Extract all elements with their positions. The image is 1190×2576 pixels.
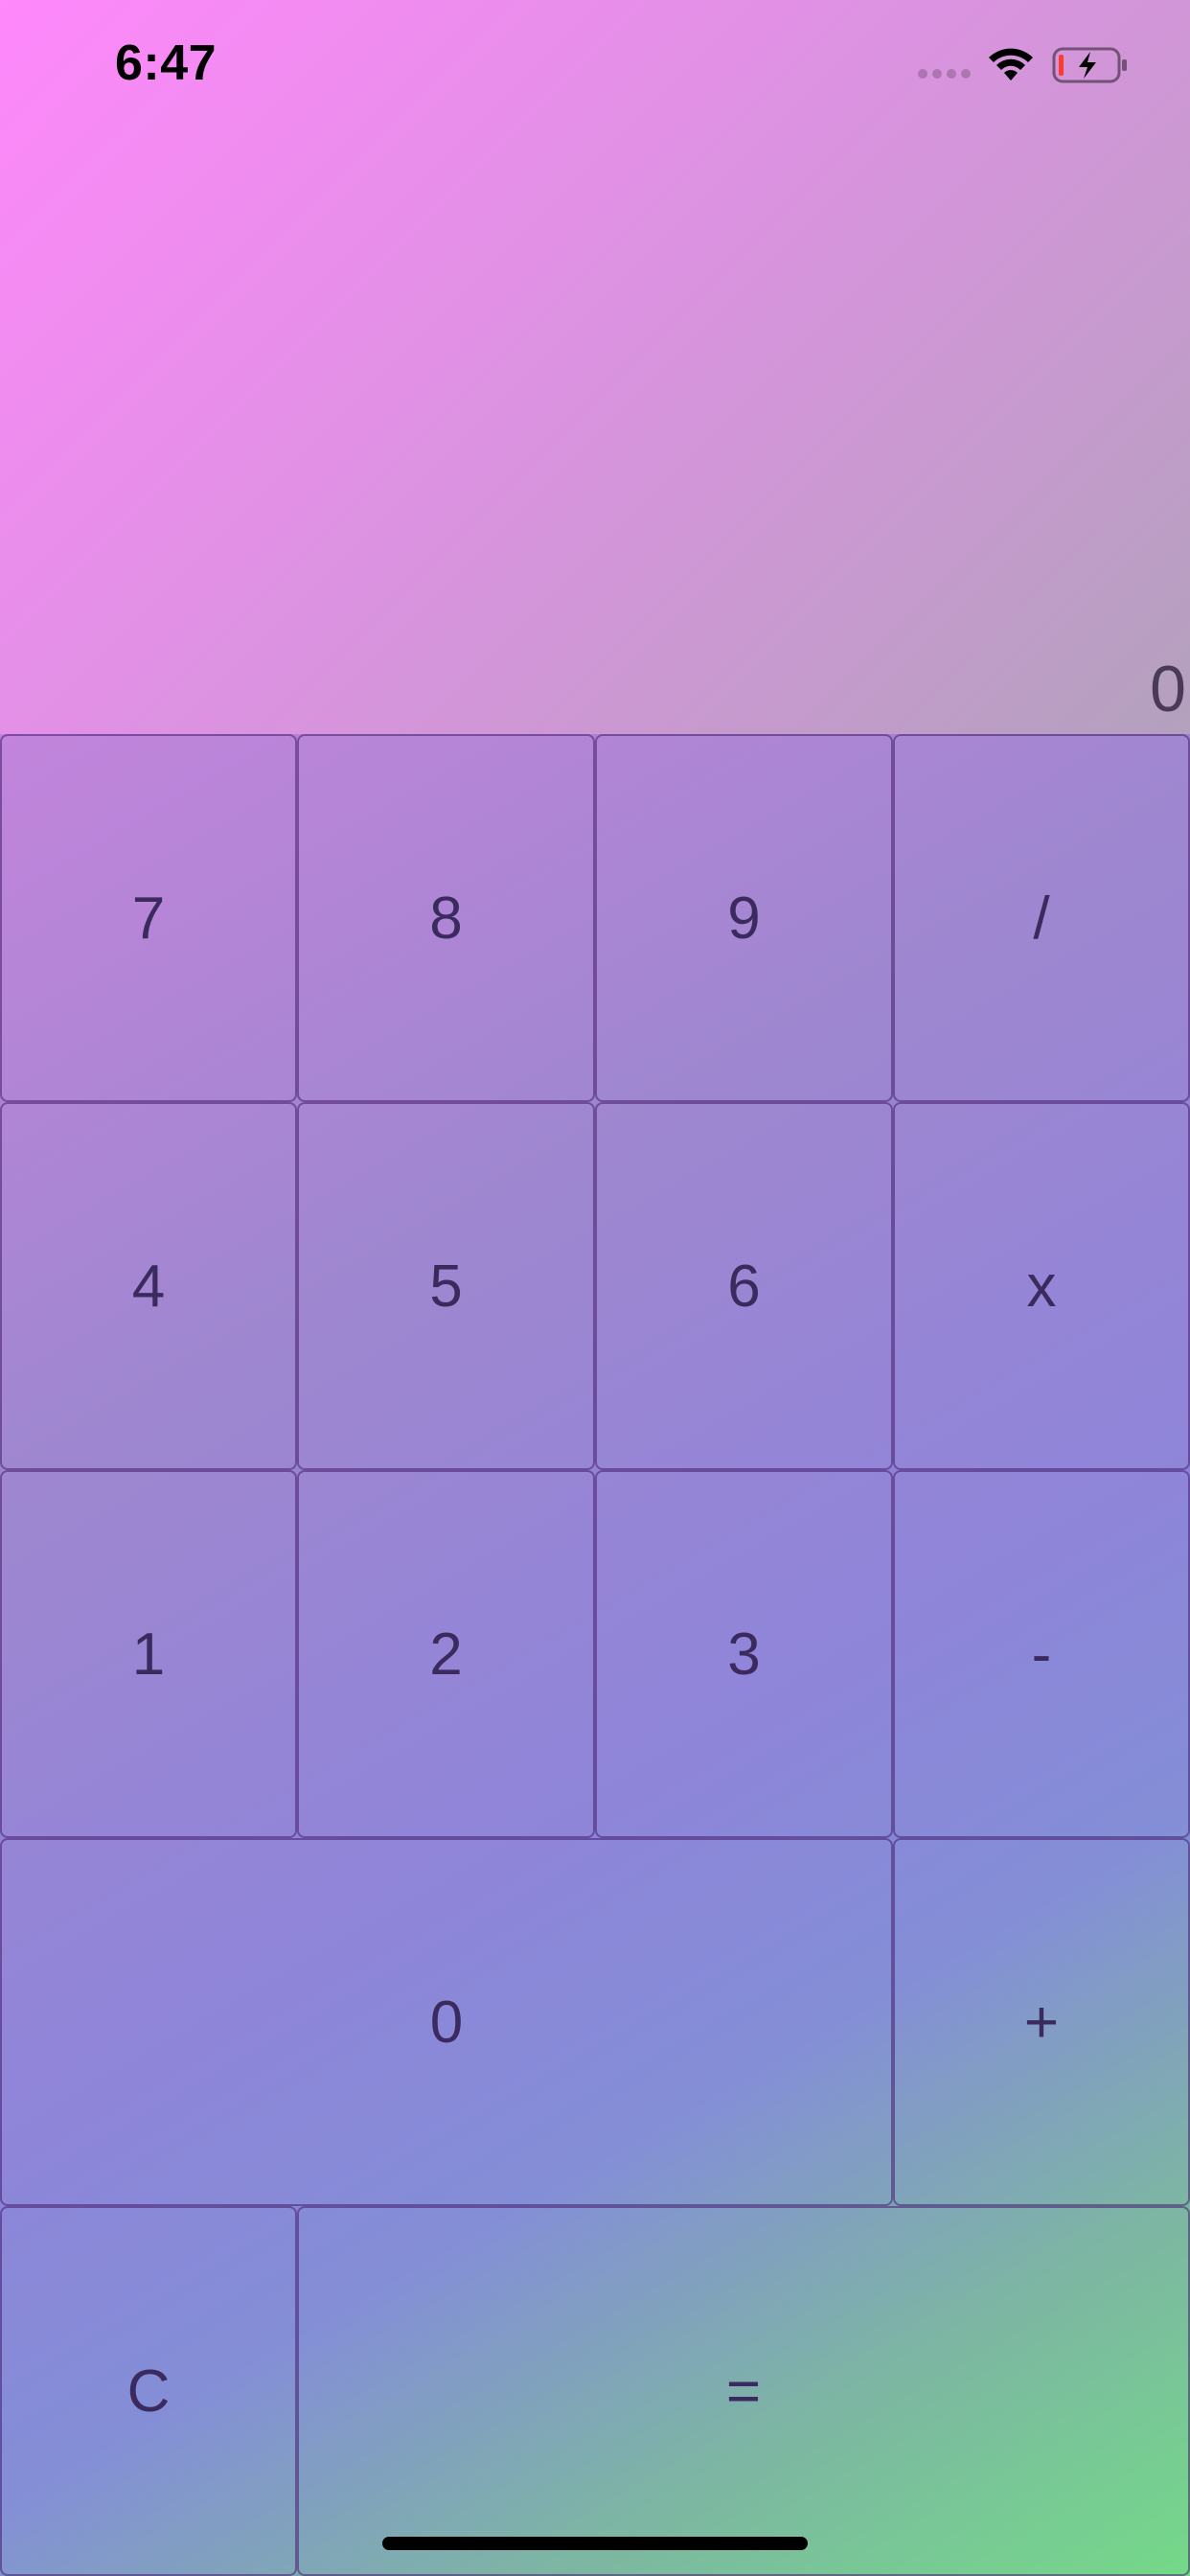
- key-1-label: 1: [131, 1621, 166, 1688]
- key-7[interactable]: 7: [0, 734, 297, 1102]
- key-4[interactable]: 4: [0, 1102, 297, 1470]
- key-0-label: 0: [429, 1989, 464, 2056]
- battery-charging-icon: [1052, 47, 1127, 83]
- key-clear-label: C: [126, 2358, 171, 2425]
- key-divide[interactable]: /: [893, 734, 1190, 1102]
- key-3-label: 3: [727, 1621, 761, 1688]
- key-multiply-label: x: [1026, 1253, 1057, 1320]
- key-equals[interactable]: =: [297, 2206, 1190, 2576]
- keypad: 7 8 9 / 4 5 6 x 1 2 3 - 0 + C =: [0, 734, 1190, 2576]
- home-indicator[interactable]: [382, 2537, 808, 2550]
- key-5[interactable]: 5: [297, 1102, 595, 1470]
- calculator-display: 0: [1150, 653, 1186, 725]
- key-divide-label: /: [1033, 885, 1050, 952]
- key-8[interactable]: 8: [297, 734, 595, 1102]
- wifi-icon: [989, 48, 1033, 80]
- key-clear[interactable]: C: [0, 2206, 297, 2576]
- key-add-label: +: [1023, 1989, 1060, 2056]
- key-2-label: 2: [429, 1621, 463, 1688]
- signal-dots-icon: [918, 69, 971, 79]
- key-6[interactable]: 6: [595, 1102, 893, 1470]
- key-1[interactable]: 1: [0, 1470, 297, 1838]
- key-8-label: 8: [429, 885, 463, 952]
- key-0[interactable]: 0: [0, 1838, 893, 2206]
- key-4-label: 4: [131, 1253, 166, 1320]
- key-9[interactable]: 9: [595, 734, 893, 1102]
- key-5-label: 5: [429, 1253, 463, 1320]
- status-time: 6:47: [115, 35, 217, 91]
- key-2[interactable]: 2: [297, 1470, 595, 1838]
- key-7-label: 7: [131, 885, 166, 952]
- key-add[interactable]: +: [893, 1838, 1190, 2206]
- key-subtract[interactable]: -: [893, 1470, 1190, 1838]
- key-9-label: 9: [727, 885, 761, 952]
- key-subtract-label: -: [1031, 1621, 1052, 1688]
- key-multiply[interactable]: x: [893, 1102, 1190, 1470]
- status-bar: 6:47: [0, 0, 1190, 126]
- key-equals-label: =: [725, 2358, 762, 2425]
- key-6-label: 6: [727, 1253, 761, 1320]
- key-3[interactable]: 3: [595, 1470, 893, 1838]
